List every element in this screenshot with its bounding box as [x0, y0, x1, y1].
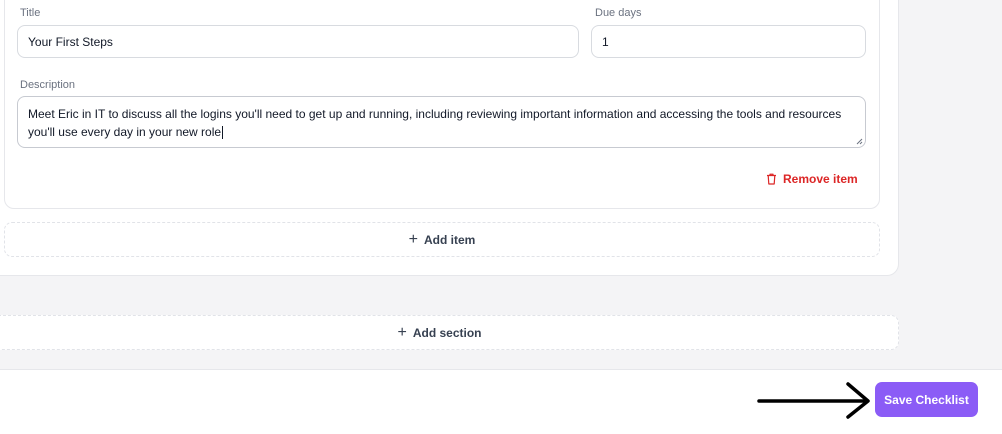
description-textarea[interactable]: Meet Eric in IT to discuss all the login… — [17, 96, 866, 148]
arrow-right-icon — [757, 382, 870, 419]
remove-item-label: Remove item — [783, 172, 858, 186]
description-label: Description — [20, 79, 76, 91]
plus-icon: + — [397, 323, 407, 341]
remove-item-button[interactable]: Remove item — [766, 170, 858, 188]
due-days-label: Due days — [595, 7, 642, 19]
description-text: Meet Eric in IT to discuss all the login… — [28, 107, 842, 139]
add-item-label: Add item — [424, 232, 476, 247]
add-item-button[interactable]: + Add item — [4, 222, 880, 257]
title-label: Title — [20, 7, 41, 19]
add-section-label: Add section — [412, 325, 482, 340]
title-input[interactable]: Your First Steps — [17, 25, 579, 58]
trash-icon — [767, 173, 776, 185]
plus-icon: + — [408, 230, 418, 248]
add-section-button[interactable]: + Add section — [0, 315, 899, 350]
resize-handle-icon[interactable] — [855, 137, 863, 145]
due-days-input-value: 1 — [602, 34, 609, 49]
title-input-value: Your First Steps — [28, 34, 113, 49]
text-caret — [222, 126, 224, 140]
due-days-input[interactable]: 1 — [591, 25, 866, 58]
save-checklist-button[interactable]: Save Checklist — [875, 382, 978, 417]
